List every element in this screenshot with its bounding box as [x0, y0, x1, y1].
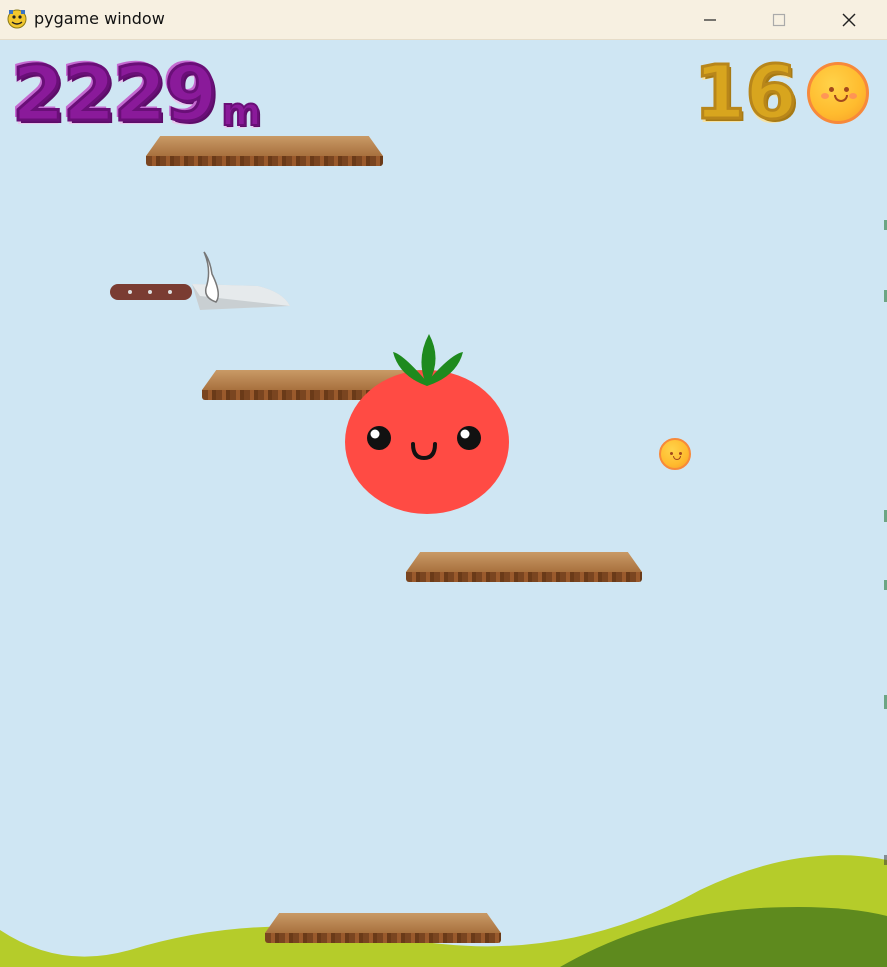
distance-counter: 2229 m: [11, 49, 263, 138]
minimize-button[interactable]: [679, 0, 741, 39]
close-button[interactable]: [818, 0, 880, 39]
close-icon: [842, 13, 856, 26]
maximize-icon: [772, 13, 786, 26]
cutting-board-platform: [146, 136, 383, 166]
cutting-board-platform: [265, 913, 501, 943]
distance-unit: m: [221, 90, 263, 134]
knife-hazard: [110, 251, 290, 310]
smiley-coin-icon: [807, 62, 869, 124]
cutting-board-platform: [406, 552, 642, 582]
pygame-snake-icon: [6, 8, 28, 30]
green-hills: [0, 855, 887, 967]
smiley-coin: [659, 438, 691, 470]
pygame-window: pygame window 2229 m 16: [0, 0, 887, 967]
minimize-icon: [704, 18, 716, 21]
coin-count: 16: [693, 50, 799, 136]
edge-artifacts: [884, 220, 887, 865]
distance-value: 2229: [11, 49, 220, 138]
game-canvas[interactable]: 2229 m 16: [0, 40, 887, 967]
coin-counter: 16: [693, 50, 869, 136]
title-bar[interactable]: pygame window: [0, 0, 887, 40]
window-title: pygame window: [34, 9, 165, 28]
maximize-button[interactable]: [748, 0, 810, 39]
tomato-player: [345, 334, 509, 514]
